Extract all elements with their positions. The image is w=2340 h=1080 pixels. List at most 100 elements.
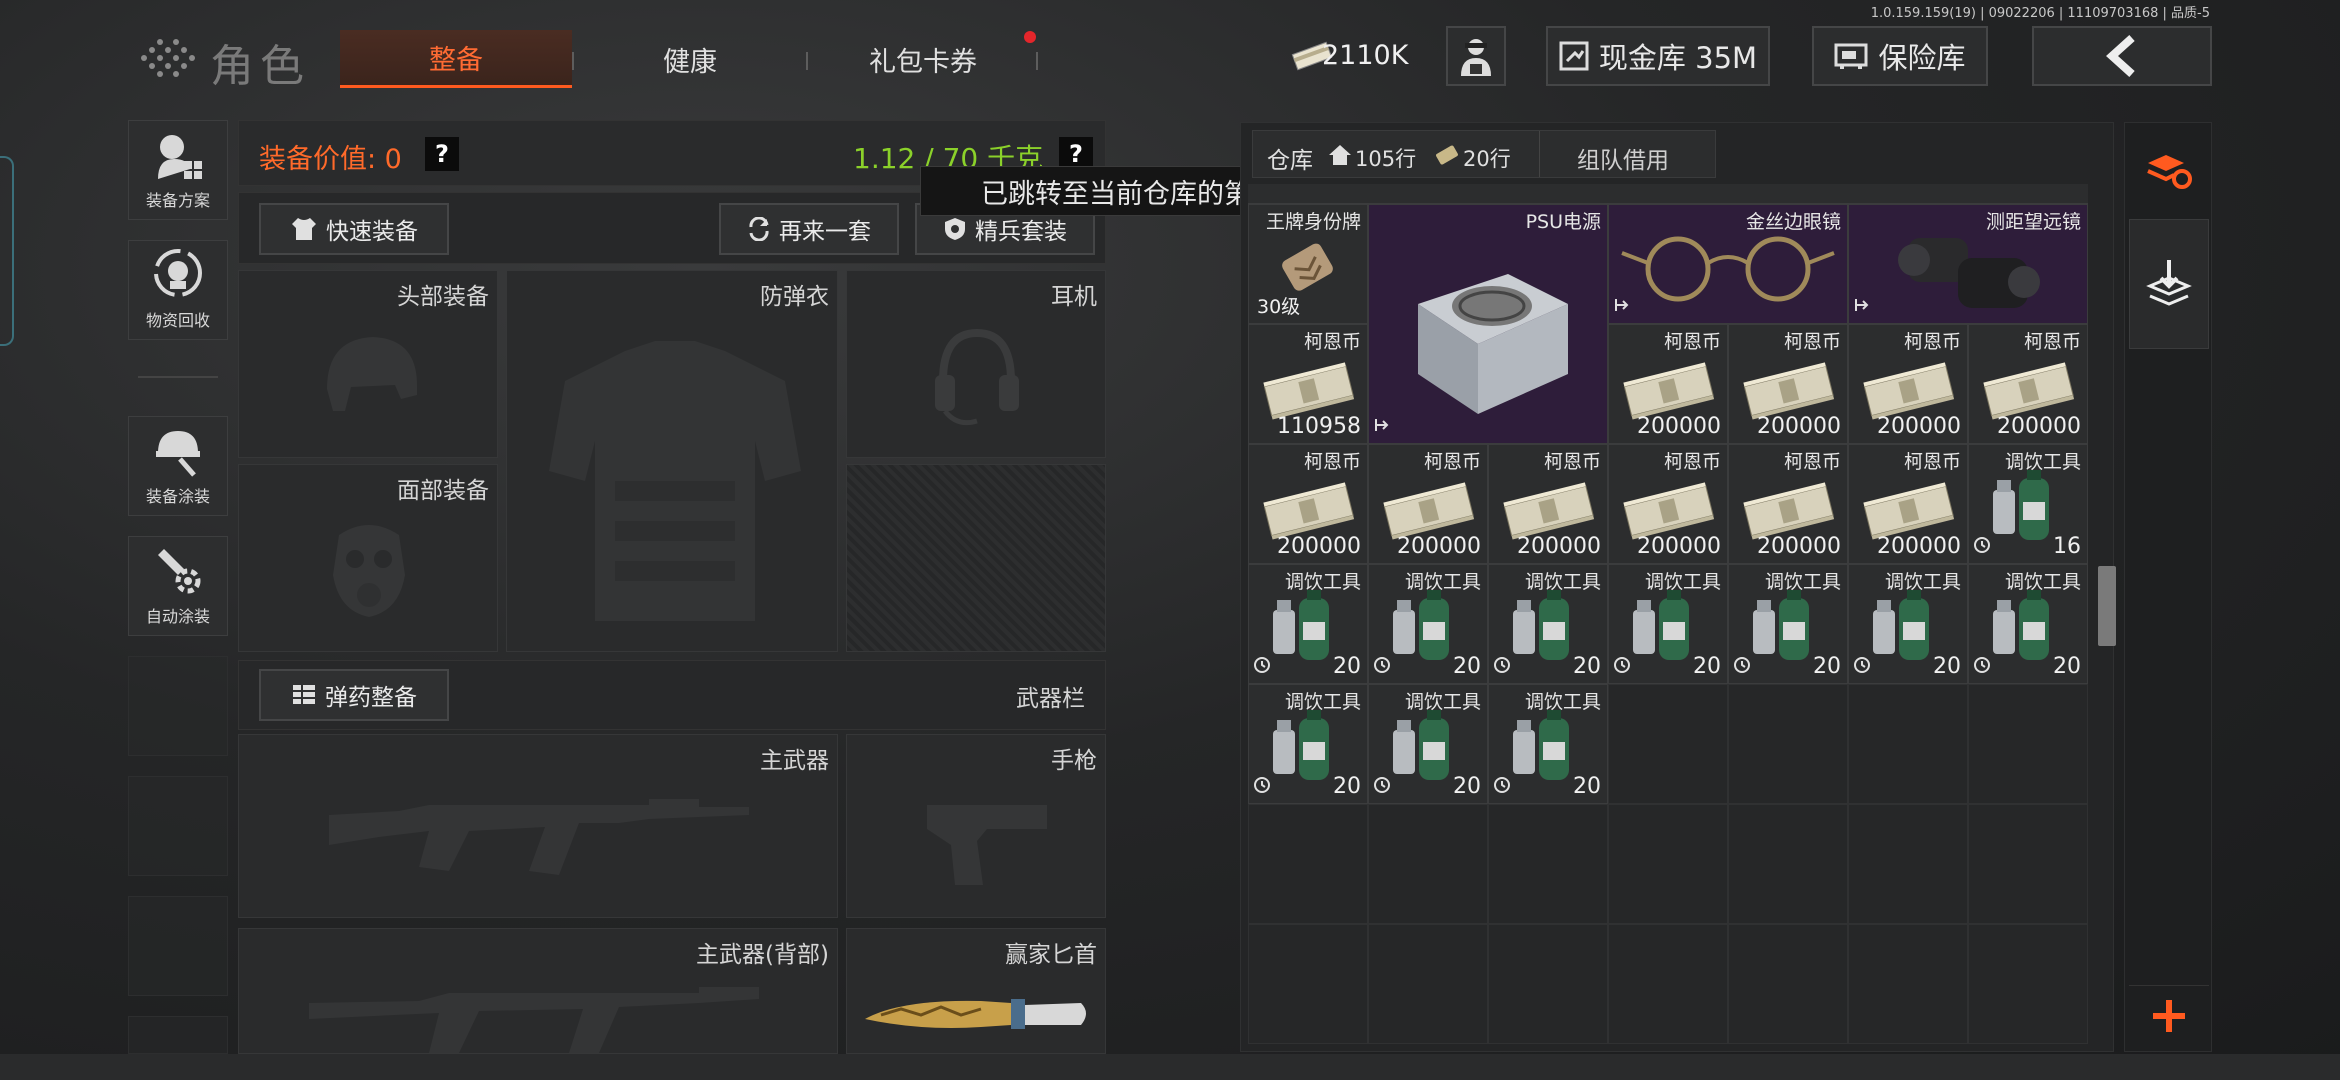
cash-vault-button[interactable]: 现金库 35M (1546, 26, 1770, 86)
stash-item-glasses[interactable]: 金丝边眼镜 (1608, 204, 1848, 324)
stash-item-tool[interactable]: 调饮工具 20 (1488, 564, 1608, 684)
stash-empty-cell[interactable] (1248, 924, 1368, 1044)
tab-gift-vouchers[interactable]: 礼包卡券 (808, 30, 1038, 88)
item-quantity: 200000 (1877, 534, 1961, 559)
team-borrow-tab[interactable]: 组队借用 (1577, 141, 1669, 175)
sort-stash-button[interactable] (2129, 133, 2209, 209)
slot-primary-weapon-back[interactable]: 主武器(背部) (238, 928, 838, 1054)
stash-item-cash[interactable]: 柯恩币 200000 (1248, 444, 1368, 564)
stash-item-tool[interactable]: 调饮工具 20 (1848, 564, 1968, 684)
stash-item-cash[interactable]: 柯恩币 200000 (1608, 444, 1728, 564)
tab-separator (1036, 52, 1038, 70)
expand-stash-button[interactable] (2129, 985, 2209, 1045)
recycle-icon (154, 249, 202, 297)
stash-empty-cell[interactable] (1968, 804, 2088, 924)
item-name: 柯恩币 (2023, 331, 2081, 353)
tab-health[interactable]: 健康 (574, 30, 806, 88)
stash-item-cash[interactable]: 柯恩币 200000 (1968, 324, 2088, 444)
ammo-prep-button[interactable]: 弹药整备 (259, 669, 449, 721)
insurance-label: 保险库 (1878, 41, 1966, 75)
home-icon (1329, 145, 1351, 165)
quick-equip-button[interactable]: 快速装备 (259, 203, 449, 255)
gas-mask-silhouette-icon (333, 525, 405, 617)
sidebar-item-equip-paint[interactable]: 装备涂装 (128, 416, 228, 516)
item-quantity: 200000 (1397, 534, 1481, 559)
refresh-icon (749, 217, 769, 241)
side-drawer-handle[interactable] (0, 156, 14, 346)
sidebar-empty-slot (128, 776, 228, 876)
slot-label: 耳机 (1051, 284, 1097, 310)
stash-item-tool[interactable]: 调饮工具 20 (1728, 564, 1848, 684)
stash-item-tool[interactable]: 调饮工具 20 (1368, 684, 1488, 804)
stash-scrollbar[interactable] (2098, 566, 2116, 646)
stash-item-tool[interactable]: 调饮工具 20 (1608, 564, 1728, 684)
stash-empty-cell[interactable] (1728, 804, 1848, 924)
insurance-vault-button[interactable]: 保险库 (1812, 26, 1988, 86)
stash-item-cash[interactable]: 柯恩币 200000 (1848, 444, 1968, 564)
stash-item-cash[interactable]: 柯恩币 200000 (1488, 444, 1608, 564)
equipment-value: 装备价值: 0 (259, 144, 402, 175)
stash-item-tag[interactable]: 王牌身份牌 30级 (1248, 204, 1368, 324)
stash-item-tool[interactable]: 调饮工具 20 (1368, 564, 1488, 684)
value-help-icon[interactable]: ? (425, 137, 459, 171)
stash-empty-cell[interactable] (1968, 684, 2088, 804)
ticket-icon (1436, 145, 1458, 165)
stash-item-cash[interactable]: 柯恩币 110958 (1248, 324, 1368, 444)
item-name: 柯恩币 (1663, 451, 1721, 473)
slot-face[interactable]: 面部装备 (238, 464, 498, 652)
stash-item-tool[interactable]: 调饮工具 20 (1248, 564, 1368, 684)
layers-download-icon (2146, 260, 2192, 306)
slot-label: 手枪 (1051, 748, 1097, 774)
timer-icon (1373, 776, 1391, 799)
stash-item-tool[interactable]: 调饮工具 20 (1968, 564, 2088, 684)
stash-item-cash[interactable]: 柯恩币 200000 (1728, 444, 1848, 564)
stash-item-psu[interactable]: PSU电源 (1368, 204, 1608, 444)
slot-armor[interactable]: 防弹衣 (506, 270, 838, 652)
sidebar-empty-slot (128, 896, 228, 996)
slot-knife[interactable]: 赢家匕首 (846, 928, 1106, 1054)
slot-label: 防弹衣 (760, 284, 829, 310)
stash-row-partial (1248, 184, 2088, 204)
tab-equip[interactable]: 整备 (340, 30, 572, 88)
stash-empty-cell[interactable] (1848, 684, 1968, 804)
slot-primary-weapon[interactable]: 主武器 (238, 734, 838, 918)
slot-headset[interactable]: 耳机 (846, 270, 1106, 458)
item-quantity: 20 (1453, 774, 1481, 799)
stash-item-cash[interactable]: 柯恩币 200000 (1848, 324, 1968, 444)
stash-empty-cell[interactable] (1848, 804, 1968, 924)
sidebar-item-auto-paint[interactable]: 自动涂装 (128, 536, 228, 636)
stash-empty-cell[interactable] (1848, 924, 1968, 1044)
back-button[interactable] (2032, 26, 2212, 86)
sidebar-item-recycle[interactable]: 物资回收 (128, 240, 228, 340)
sidebar-item-label: 装备涂装 (145, 487, 210, 506)
stash-empty-cell[interactable] (1728, 684, 1848, 804)
stash-empty-cell[interactable] (1608, 924, 1728, 1044)
stash-item-tool[interactable]: 调饮工具 16 (1968, 444, 2088, 564)
stash-item-cash[interactable]: 柯恩币 200000 (1608, 324, 1728, 444)
stash-empty-cell[interactable] (1248, 804, 1368, 924)
again-button[interactable]: 再来一套 (719, 203, 899, 255)
stash-empty-cell[interactable] (1608, 804, 1728, 924)
stash-item-tool[interactable]: 调饮工具 20 (1488, 684, 1608, 804)
stash-empty-cell[interactable] (1368, 804, 1488, 924)
item-name: 柯恩币 (1903, 331, 1961, 353)
stash-empty-cell[interactable] (1488, 924, 1608, 1044)
item-name: 调饮工具 (1284, 691, 1361, 713)
sidebar-item-label: 自动涂装 (145, 607, 210, 626)
slot-pistol[interactable]: 手枪 (846, 734, 1106, 918)
stash-item-cash[interactable]: 柯恩币 200000 (1368, 444, 1488, 564)
stash-item-binoc[interactable]: 测距望远镜 (1848, 204, 2088, 324)
stash-empty-cell[interactable] (1728, 924, 1848, 1044)
item-quantity: 20 (1693, 654, 1721, 679)
stash-item-tool[interactable]: 调饮工具 20 (1248, 684, 1368, 804)
deposit-stash-button[interactable] (2129, 219, 2209, 349)
stash-empty-cell[interactable] (1488, 804, 1608, 924)
slot-head[interactable]: 头部装备 (238, 270, 498, 458)
stash-tab[interactable]: 仓库 (1267, 141, 1313, 175)
stash-empty-cell[interactable] (1608, 684, 1728, 804)
operator-button[interactable] (1446, 26, 1506, 86)
sidebar-item-loadout-plan[interactable]: 装备方案 (128, 120, 228, 220)
stash-empty-cell[interactable] (1368, 924, 1488, 1044)
stash-item-cash[interactable]: 柯恩币 200000 (1728, 324, 1848, 444)
stash-empty-cell[interactable] (1968, 924, 2088, 1044)
